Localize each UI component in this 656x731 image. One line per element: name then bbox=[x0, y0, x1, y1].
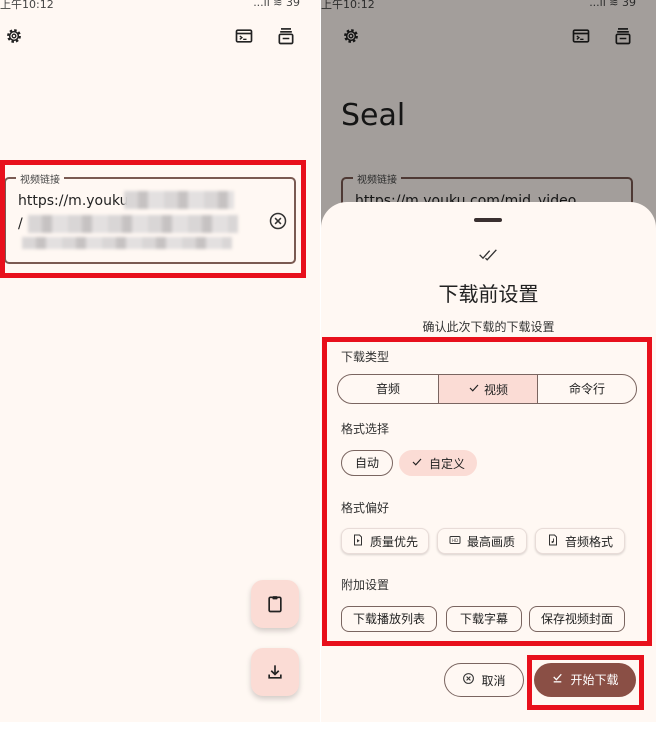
paste-button[interactable] bbox=[251, 580, 299, 628]
right-screen: 上午10:12 ...ıl ≋ 39 Seal 视频链接 https://m.y… bbox=[321, 0, 656, 722]
terminal-icon[interactable] bbox=[234, 26, 254, 46]
paste-icon bbox=[268, 596, 282, 613]
sheet-subtitle: 确认此次下载的下载设置 bbox=[422, 320, 555, 334]
cancel-icon bbox=[462, 665, 475, 697]
queue-icon[interactable] bbox=[276, 26, 296, 46]
screenshot-root: 上午10:12 ...ıl ≋ 39 视频链接 https://m.youku.… bbox=[0, 0, 656, 731]
nav-bar bbox=[0, 722, 656, 731]
status-indicators: ...ıl ≋ 39 bbox=[253, 0, 300, 9]
status-time: 上午10:12 bbox=[0, 0, 54, 11]
settings-icon[interactable] bbox=[4, 26, 24, 46]
highlight-url-field bbox=[0, 160, 306, 278]
highlight-settings bbox=[322, 337, 652, 646]
drag-handle[interactable] bbox=[474, 218, 502, 222]
highlight-start-button bbox=[527, 655, 644, 710]
download-button[interactable] bbox=[251, 648, 299, 696]
status-bar: 上午10:12 ...ıl ≋ 39 bbox=[0, 0, 320, 11]
cancel-button[interactable]: 取消 bbox=[444, 663, 524, 697]
sheet-title: 下载前设置 bbox=[438, 282, 539, 306]
cancel-button-label: 取消 bbox=[481, 673, 506, 688]
download-icon bbox=[268, 665, 282, 679]
left-screen: 上午10:12 ...ıl ≋ 39 视频链接 https://m.youku.… bbox=[0, 0, 320, 722]
double-check-icon bbox=[478, 246, 498, 262]
